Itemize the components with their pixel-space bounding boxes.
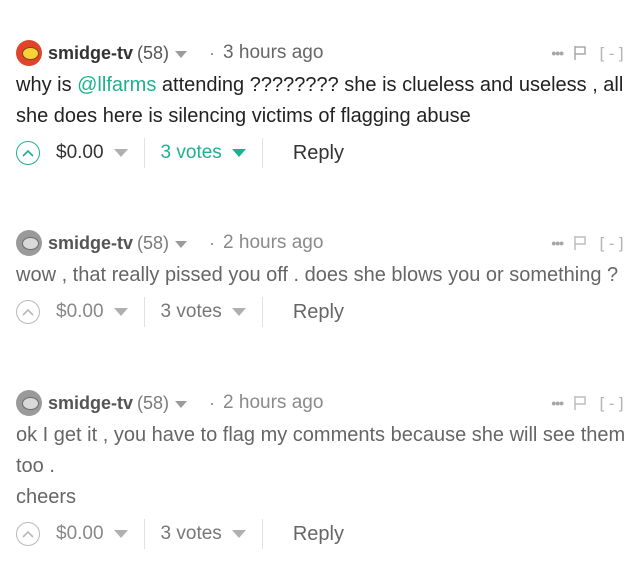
timestamp[interactable]: 2 hours ago [223,392,323,414]
ellipsis-icon[interactable]: ••• [551,45,564,61]
comment-footer: $0.00 3 votes Reply [16,136,626,170]
divider [143,138,145,168]
payout-value[interactable]: $0.00 [56,301,104,323]
payout-value[interactable]: $0.00 [56,142,104,164]
author-reputation: (58) [137,232,170,253]
caret-down-icon[interactable] [113,530,128,538]
comment-footer: $0.00 3 votes Reply [16,295,626,329]
author-reputation: (58) [137,392,170,413]
upvote-button[interactable] [16,522,40,546]
caret-down-icon[interactable] [231,149,246,157]
chevron-up-icon [22,149,34,157]
caret-down-icon[interactable] [231,530,246,538]
author-name[interactable]: smidge-tv [48,233,133,254]
avatar[interactable] [16,390,42,416]
chevron-down-icon[interactable] [175,50,188,58]
divider [143,519,145,549]
comment-body: ok I get it , you have to flag my commen… [16,420,626,513]
avatar[interactable] [16,40,42,66]
chevron-up-icon [22,308,34,316]
comment-header: smidge-tv (58) · 3 hours ago ••• [-] [16,38,626,68]
comment: smidge-tv (58) · 3 hours ago ••• [-] why… [16,38,626,170]
timestamp[interactable]: 3 hours ago [223,42,323,64]
comment-text: cheers [16,486,77,508]
divider [261,138,263,168]
timestamp[interactable]: 2 hours ago [223,232,323,254]
collapse-button[interactable]: [-] [597,234,626,253]
chevron-down-icon[interactable] [175,400,188,408]
author-reputation: (58) [137,42,170,63]
caret-down-icon[interactable] [113,149,128,157]
author-name[interactable]: smidge-tv [48,393,133,414]
caret-down-icon[interactable] [113,308,128,316]
comment-body: wow , that really pissed you off . does … [16,264,619,286]
separator-dot: · [209,232,216,253]
comment-text: ok I get it , you have to flag my commen… [16,424,626,477]
collapse-button[interactable]: [-] [597,44,626,63]
reply-button[interactable]: Reply [293,142,344,165]
caret-down-icon[interactable] [231,308,246,316]
votes-count[interactable]: 3 votes [161,301,222,323]
author-name[interactable]: smidge-tv [48,43,133,64]
collapse-button[interactable]: [-] [597,394,626,413]
comment-body: why is @llfarms attending ???????? she i… [16,70,626,132]
comment: smidge-tv (58) · 2 hours ago ••• [-] wow… [16,228,626,329]
upvote-button[interactable] [16,141,40,165]
comment-header: smidge-tv (58) · 2 hours ago ••• [-] [16,388,626,418]
reply-button[interactable]: Reply [293,301,344,324]
ellipsis-icon[interactable]: ••• [551,235,564,251]
votes-count[interactable]: 3 votes [161,142,222,164]
mention-link[interactable]: @llfarms [77,74,156,96]
comment-actions: ••• [-] [551,228,626,258]
divider [143,297,145,327]
votes-count[interactable]: 3 votes [161,523,222,545]
avatar[interactable] [16,230,42,256]
comment: smidge-tv (58) · 2 hours ago ••• [-] ok … [16,388,626,551]
comment-text: why is [16,74,78,96]
comment-header: smidge-tv (58) · 2 hours ago ••• [-] [16,228,626,258]
separator-dot: · [209,392,216,413]
flag-icon[interactable] [573,395,587,411]
divider [261,297,263,327]
comment-actions: ••• [-] [551,38,626,68]
comment-footer: $0.00 3 votes Reply [16,517,626,551]
reply-button[interactable]: Reply [293,523,344,546]
upvote-button[interactable] [16,300,40,324]
ellipsis-icon[interactable]: ••• [551,395,564,411]
chevron-down-icon[interactable] [175,240,188,248]
chevron-up-icon [22,530,34,538]
flag-icon[interactable] [573,235,587,251]
flag-icon[interactable] [573,45,587,61]
payout-value[interactable]: $0.00 [56,523,104,545]
separator-dot: · [209,42,216,63]
comment-actions: ••• [-] [551,388,626,418]
divider [261,519,263,549]
